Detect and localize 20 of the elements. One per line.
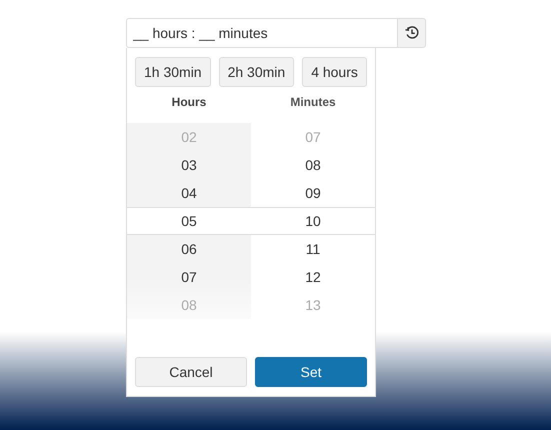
- preset-button[interactable]: 1h 30min: [135, 57, 211, 87]
- wheel-option[interactable]: 04: [127, 179, 251, 207]
- wheel-option[interactable]: 08: [251, 151, 375, 179]
- history-icon: [404, 25, 420, 41]
- wheel-option[interactable]: 12: [251, 263, 375, 291]
- wheel-option[interactable]: 06: [127, 235, 251, 263]
- duration-field[interactable]: __ hours : __ minutes: [126, 18, 397, 48]
- wheel-option[interactable]: 05: [127, 207, 251, 235]
- preset-button[interactable]: 2h 30min: [218, 57, 294, 87]
- preset-button[interactable]: 4 hours: [302, 57, 367, 87]
- cancel-button[interactable]: Cancel: [135, 357, 247, 387]
- wheel-option[interactable]: 09: [251, 179, 375, 207]
- history-button[interactable]: [397, 18, 426, 48]
- wheel-option[interactable]: 10: [251, 207, 375, 235]
- set-button[interactable]: Set: [255, 357, 367, 387]
- column-heading: Hours: [170, 95, 208, 109]
- wheel-option[interactable]: 03: [127, 151, 251, 179]
- wheel-option[interactable]: 11: [251, 235, 375, 263]
- column-heading: Minutes: [289, 95, 337, 109]
- wheel-option[interactable]: 07: [127, 263, 251, 291]
